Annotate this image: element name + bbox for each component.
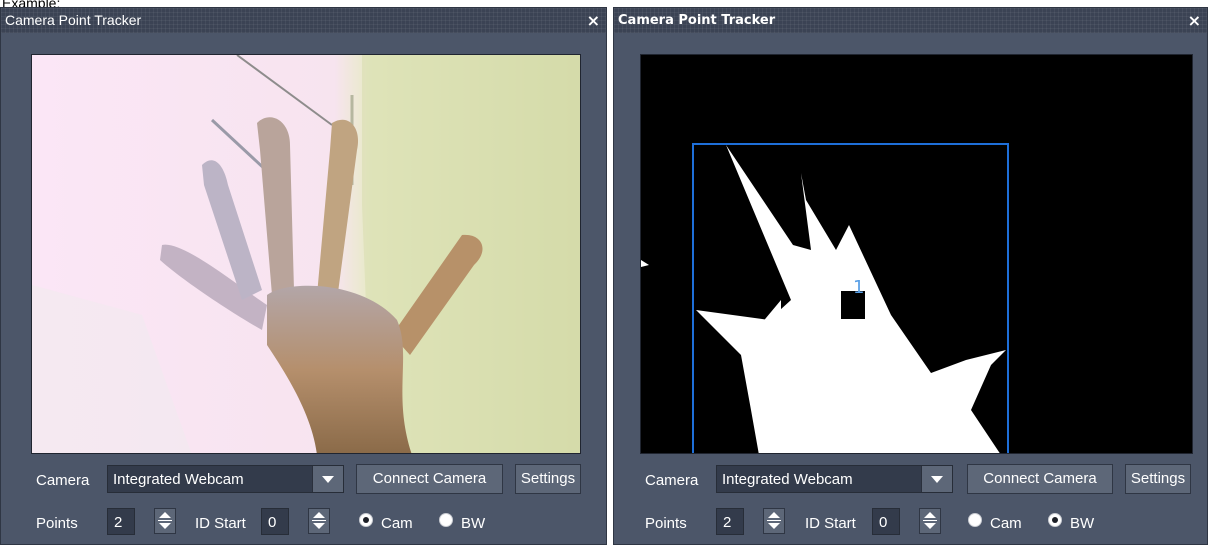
bw-threshold-image: 1 — [641, 55, 1192, 453]
window-title: Camera Point Tracker — [618, 13, 776, 28]
points-spinner-icon[interactable] — [154, 508, 176, 534]
id-start-value: 0 — [879, 514, 888, 531]
points-input[interactable]: 2 — [716, 508, 744, 535]
chevron-down-icon[interactable] — [312, 466, 343, 492]
title-bar[interactable]: Camera Point Tracker × — [614, 8, 1207, 33]
bw-radio[interactable] — [1048, 513, 1062, 527]
camera-point-tracker-window-bw: Camera Point Tracker × 1 Camera Integrat… — [613, 7, 1208, 545]
connect-camera-button[interactable]: Connect Camera — [967, 464, 1113, 494]
id-start-spinner-icon[interactable] — [308, 508, 330, 534]
points-label: Points — [645, 515, 687, 532]
id-start-label: ID Start — [805, 515, 856, 532]
connect-camera-button[interactable]: Connect Camera — [356, 464, 503, 494]
bw-radio-label: BW — [461, 515, 486, 532]
camera-view — [31, 54, 581, 454]
chevron-down-icon[interactable] — [921, 466, 952, 492]
camera-select-value: Integrated Webcam — [113, 471, 244, 488]
id-start-value: 0 — [268, 514, 277, 531]
camera-label: Camera — [645, 472, 699, 489]
webcam-image — [32, 55, 580, 453]
bw-radio-label: BW — [1070, 515, 1095, 532]
title-bar[interactable]: Camera Point Tracker × — [1, 8, 606, 33]
camera-select-value: Integrated Webcam — [722, 471, 853, 488]
id-start-input[interactable]: 0 — [872, 508, 900, 535]
points-value: 2 — [723, 514, 732, 531]
close-icon[interactable]: × — [1188, 11, 1201, 30]
camera-select[interactable]: Integrated Webcam — [107, 465, 344, 493]
bw-radio[interactable] — [439, 513, 453, 527]
camera-point-tracker-window: Camera Point Tracker × Camera Integrated… — [0, 7, 607, 545]
camera-label: Camera — [36, 472, 90, 489]
id-start-label: ID Start — [195, 515, 246, 532]
id-start-input[interactable]: 0 — [261, 508, 289, 535]
points-input[interactable]: 2 — [107, 508, 135, 535]
cam-radio-label: Cam — [990, 515, 1022, 532]
points-value: 2 — [114, 514, 123, 531]
settings-button[interactable]: Settings — [515, 464, 581, 494]
close-icon[interactable]: × — [587, 11, 600, 30]
camera-select[interactable]: Integrated Webcam — [716, 465, 953, 493]
bw-view: 1 — [640, 54, 1193, 454]
cam-radio[interactable] — [968, 513, 982, 527]
settings-button[interactable]: Settings — [1125, 464, 1191, 494]
id-start-spinner-icon[interactable] — [919, 508, 941, 534]
cam-radio-label: Cam — [381, 515, 413, 532]
tracked-point-label: 1 — [853, 277, 864, 298]
window-title: Camera Point Tracker — [5, 12, 142, 28]
cam-radio[interactable] — [359, 513, 373, 527]
points-label: Points — [36, 515, 78, 532]
points-spinner-icon[interactable] — [763, 508, 785, 534]
